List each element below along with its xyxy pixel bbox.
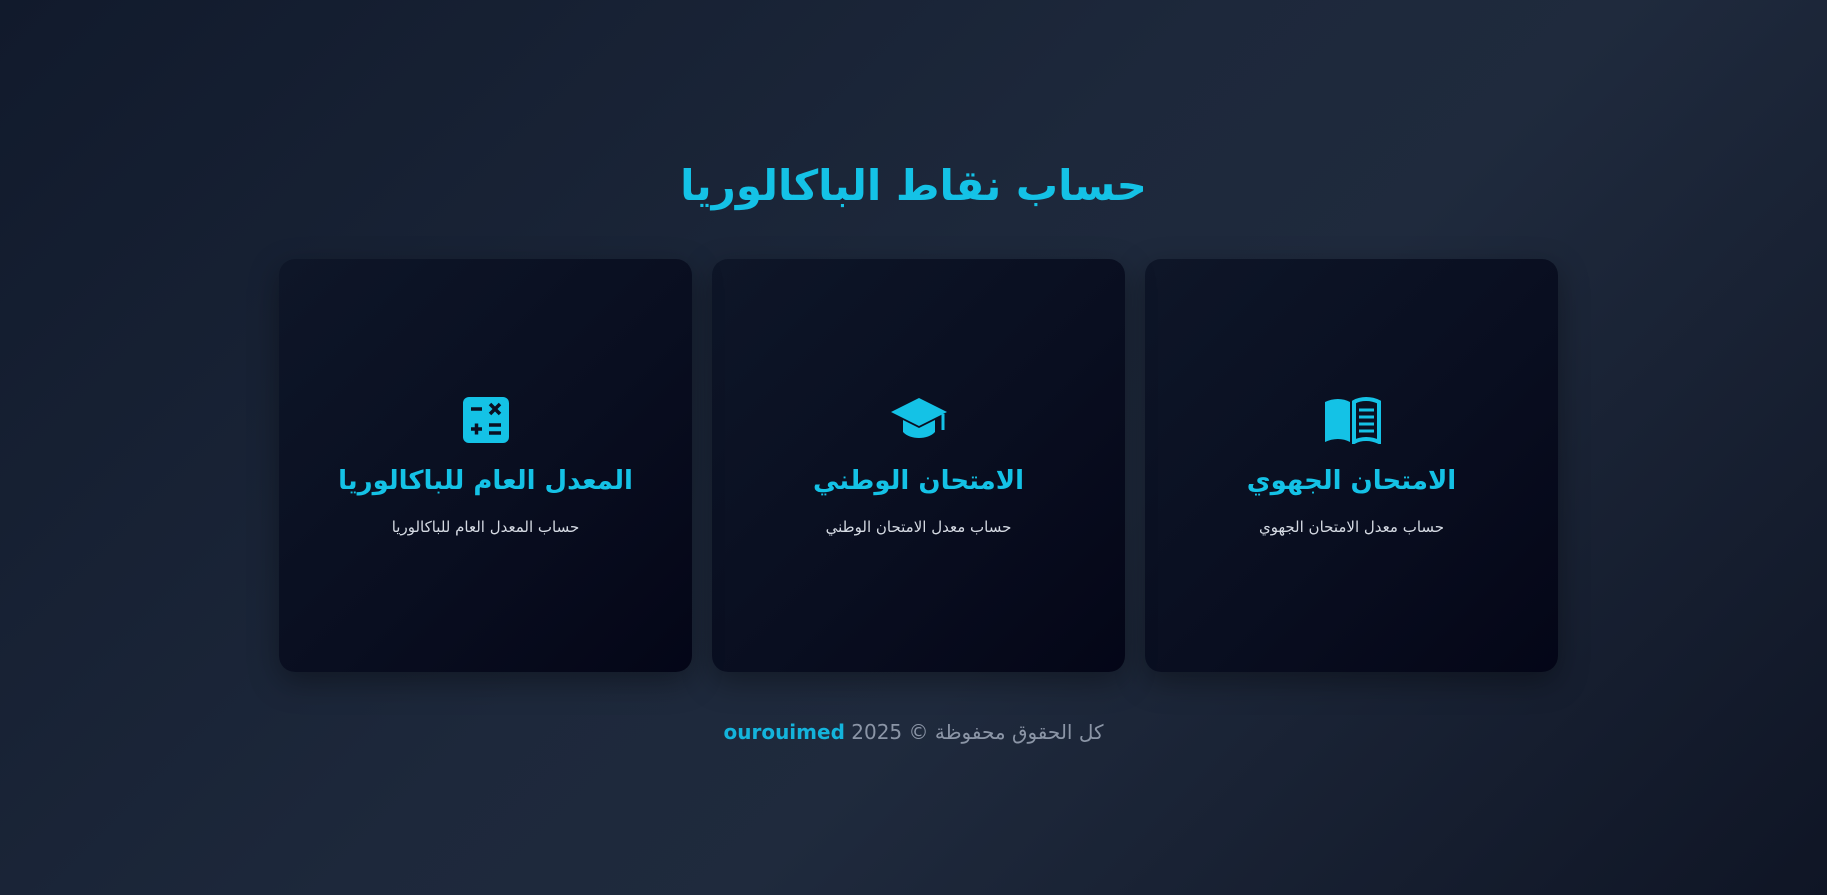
card-regional-exam[interactable]: الامتحان الجهوي حساب معدل الامتحان الجهو… [1145, 259, 1558, 672]
footer: كل الحقوق محفوظة © 2025 ourouimed [0, 718, 1827, 746]
footer-brand-link[interactable]: ourouimed [723, 720, 844, 744]
open-book-icon [1322, 394, 1382, 446]
card-general-average[interactable]: المعدل العام للباكالوريا حساب المعدل الع… [279, 259, 692, 672]
page-title: حساب نقاط الباكالوريا [680, 161, 1147, 210]
footer-copyright: كل الحقوق محفوظة © 2025 [851, 720, 1104, 744]
card-title: المعدل العام للباكالوريا [338, 465, 633, 496]
card-description: حساب معدل الامتحان الوطني [825, 517, 1012, 536]
calculator-icon [456, 394, 516, 446]
card-description: حساب المعدل العام للباكالوريا [391, 517, 580, 536]
card-description: حساب معدل الامتحان الجهوي [1258, 517, 1445, 536]
graduation-cap-icon [889, 394, 949, 446]
card-title: الامتحان الوطني [812, 465, 1025, 496]
card-national-exam[interactable]: الامتحان الوطني حساب معدل الامتحان الوطن… [712, 259, 1125, 672]
cards-container: الامتحان الجهوي حساب معدل الامتحان الجهو… [278, 259, 1558, 672]
card-title: الامتحان الجهوي [1246, 465, 1457, 496]
